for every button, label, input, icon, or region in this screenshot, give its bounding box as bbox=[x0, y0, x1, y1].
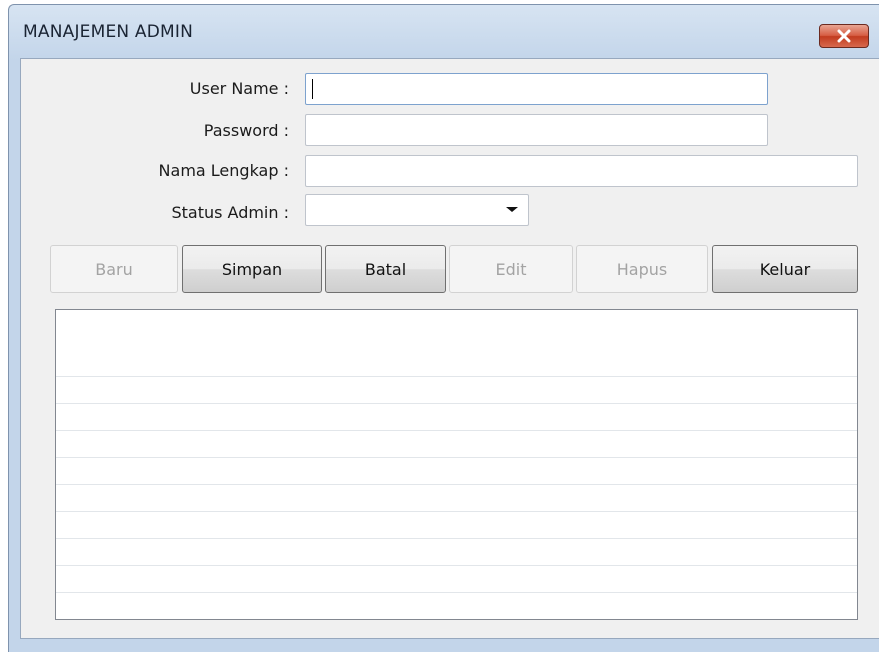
grid-row-line bbox=[56, 457, 857, 458]
username-input[interactable] bbox=[305, 73, 768, 105]
admin-data-grid[interactable] bbox=[55, 309, 858, 620]
status-admin-select[interactable] bbox=[305, 194, 529, 226]
chevron-down-icon[interactable] bbox=[506, 207, 518, 212]
simpan-button[interactable]: Simpan bbox=[182, 245, 322, 293]
grid-row-line bbox=[56, 511, 857, 512]
grid-row-line bbox=[56, 565, 857, 566]
password-label: Password : bbox=[203, 121, 289, 140]
password-input[interactable] bbox=[305, 114, 768, 146]
hapus-button[interactable]: Hapus bbox=[576, 245, 708, 293]
batal-button[interactable]: Batal bbox=[325, 245, 446, 293]
close-button[interactable] bbox=[819, 24, 869, 48]
fullname-label: Nama Lengkap : bbox=[158, 161, 289, 180]
window-title: MANAJEMEN ADMIN bbox=[23, 22, 194, 42]
grid-row-line bbox=[56, 403, 857, 404]
baru-button[interactable]: Baru bbox=[50, 245, 178, 293]
close-icon bbox=[837, 29, 851, 43]
grid-row-line bbox=[56, 538, 857, 539]
edit-button[interactable]: Edit bbox=[449, 245, 573, 293]
grid-row-line bbox=[56, 592, 857, 593]
text-caret bbox=[312, 79, 313, 99]
grid-row-line bbox=[56, 484, 857, 485]
grid-row-line bbox=[56, 376, 857, 377]
status-admin-label: Status Admin : bbox=[171, 203, 289, 222]
keluar-button[interactable]: Keluar bbox=[712, 245, 858, 293]
username-label: User Name : bbox=[189, 79, 289, 98]
grid-row-line bbox=[56, 430, 857, 431]
fullname-input[interactable] bbox=[305, 155, 858, 187]
